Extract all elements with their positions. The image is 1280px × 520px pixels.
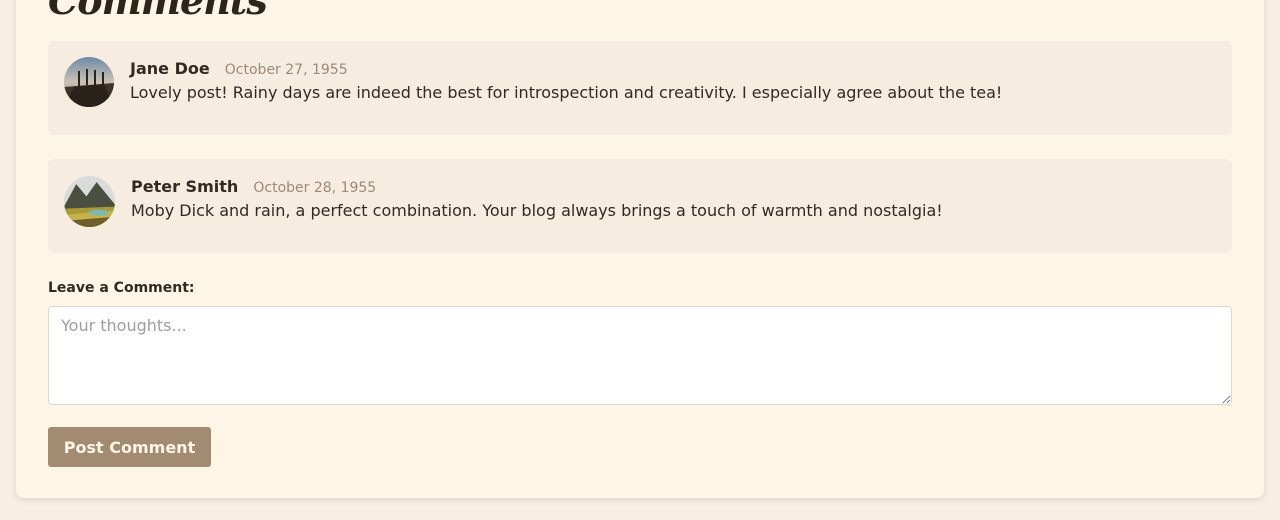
comment-item: Jane Doe October 27, 1955 Lovely post! R… [48, 41, 1232, 135]
comment-text: Moby Dick and rain, a perfect combinatio… [131, 201, 943, 220]
comment-textarea[interactable] [48, 306, 1232, 405]
comment-item: Peter Smith October 28, 1955 Moby Dick a… [48, 159, 1232, 253]
comments-heading: Comments [48, 0, 268, 23]
comment-author: Jane Doe [130, 59, 210, 78]
avatar [64, 176, 115, 227]
comment-text: Lovely post! Rainy days are indeed the b… [130, 83, 1003, 102]
pier-photo-avatar-icon [64, 57, 114, 107]
comment-meta: Jane Doe October 27, 1955 [130, 59, 348, 78]
comment-date: October 27, 1955 [224, 62, 348, 78]
comment-meta: Peter Smith October 28, 1955 [131, 177, 376, 196]
post-comment-button[interactable]: Post Comment [48, 427, 211, 467]
avatar [64, 57, 114, 107]
comment-author: Peter Smith [131, 177, 239, 196]
comment-date: October 28, 1955 [253, 180, 377, 196]
mountain-lake-photo-avatar-icon [64, 176, 115, 227]
leave-comment-label: Leave a Comment: [48, 280, 195, 296]
